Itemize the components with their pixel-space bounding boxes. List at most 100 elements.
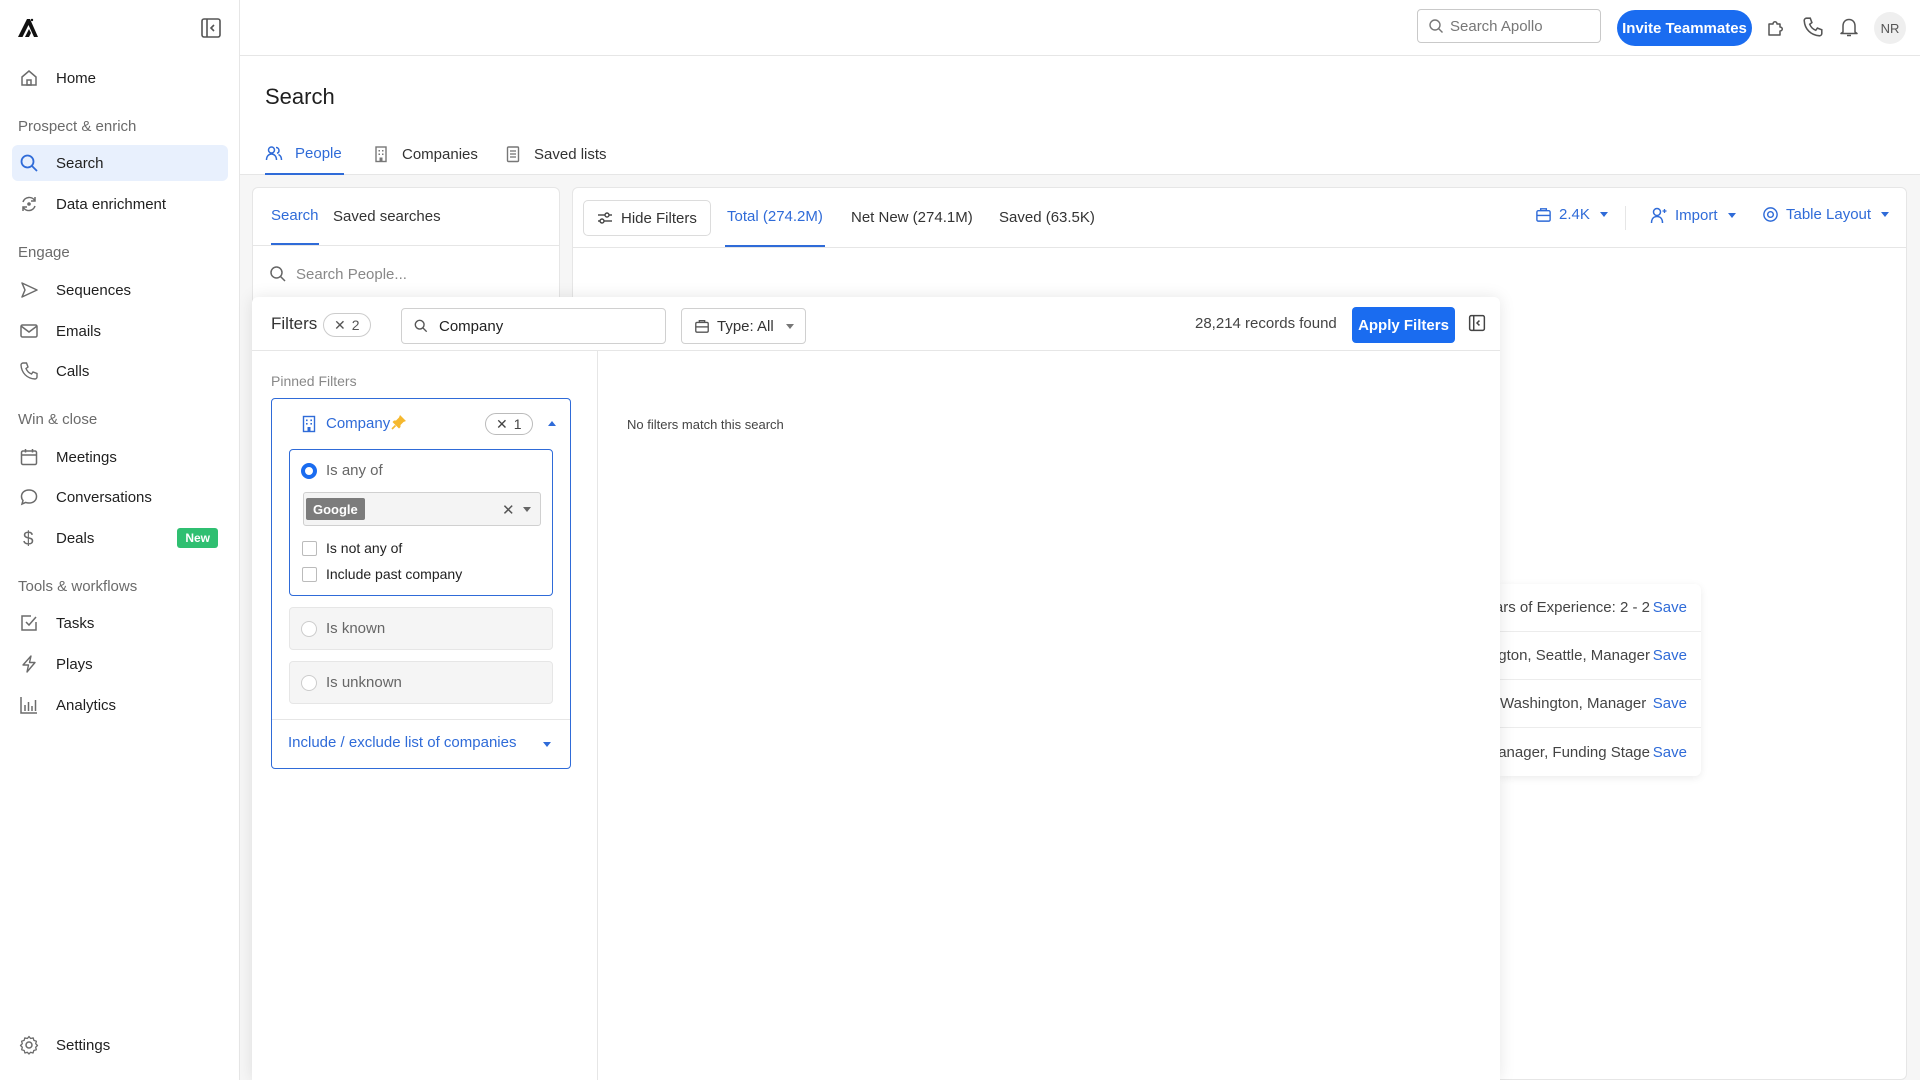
option-is-unknown[interactable]: Is unknown [289,661,553,704]
save-link[interactable]: Save [1653,695,1687,712]
saved-search-row[interactable]: Manager, Funding Stage: ... Save [1500,728,1701,776]
search-people-input[interactable]: Search People... [269,258,539,290]
pin-icon[interactable] [391,414,407,430]
checkbox-is-not-any-of[interactable] [302,541,317,556]
saved-search-row[interactable]: Years of Experience: 2 - 2 Save [1500,584,1701,632]
chevron-up-icon[interactable] [548,421,556,426]
type-select-label: Type: All [717,317,774,335]
saved-search-row[interactable]: Washington, Seattle, Manager... Save [1500,632,1701,680]
section-engage: Engage [18,244,70,261]
sidebar-item-home[interactable]: Home [12,60,228,96]
new-badge: New [177,528,218,548]
sidebar-item-meetings[interactable]: Meetings [12,439,228,475]
tab-people[interactable]: People [265,133,344,175]
import-label: Import [1675,206,1718,224]
saved-searches-list: Years of Experience: 2 - 2 Save Washingt… [1500,584,1701,776]
subtab-saved-searches[interactable]: Saved searches [333,188,441,245]
sidebar-item-calls[interactable]: Calls [12,353,228,389]
sidebar-item-label: Data enrichment [56,195,167,213]
calendar-icon [19,447,39,467]
divider [272,719,570,720]
credits-dropdown[interactable]: 2.4K [1535,206,1608,223]
hide-filters-label: Hide Filters [621,209,697,227]
sidebar-item-conversations[interactable]: Conversations [12,479,228,515]
tab-label: People [295,144,342,162]
search-icon [414,319,428,333]
company-clear-chip[interactable]: ✕ 1 [485,413,533,435]
tab-saved[interactable]: Saved (63.5K) [999,188,1095,247]
sidebar-item-label: Emails [56,322,102,340]
phone-icon[interactable] [1802,16,1826,40]
collapse-sidebar-icon[interactable] [200,17,222,39]
global-search-input[interactable]: Search Apollo [1417,9,1601,43]
hide-filters-button[interactable]: Hide Filters [583,200,711,236]
radio-is-any-of[interactable] [301,463,317,479]
sidebar-item-search[interactable]: Search [12,145,228,181]
sidebar-item-deals[interactable]: $ Deals New [12,520,228,556]
invite-teammates-button[interactable]: Invite Teammates [1617,10,1752,46]
bell-icon[interactable] [1838,16,1862,40]
top-bar: Search Apollo Invite Teammates NR [240,0,1920,56]
pinned-filters-label: Pinned Filters [271,373,357,389]
saved-search-row[interactable]: Washington, Manager Save [1500,680,1701,728]
radio-is-known[interactable] [301,621,317,637]
sidebar-item-label: Conversations [56,488,152,506]
tab-label: Saved lists [534,145,607,163]
save-link[interactable]: Save [1653,599,1687,616]
sidebar-item-emails[interactable]: Emails [12,313,228,349]
type-select[interactable]: Type: All [681,308,806,344]
apply-filters-button[interactable]: Apply Filters [1352,307,1455,343]
tab-saved-lists[interactable]: Saved lists [504,133,607,175]
save-link[interactable]: Save [1653,744,1687,761]
chevron-down-icon[interactable] [523,507,531,512]
sidebar-item-label: Plays [56,655,93,673]
sidebar-item-sequences[interactable]: Sequences [12,272,228,308]
radio-is-unknown[interactable] [301,675,317,691]
sidebar-item-data-enrichment[interactable]: Data enrichment [12,186,228,222]
sidebar-item-plays[interactable]: Plays [12,646,228,682]
checkbox-label: Is not any of [326,540,403,556]
tab-total[interactable]: Total (274.2M) [725,188,825,247]
user-avatar[interactable]: NR [1874,12,1906,44]
clear-selection-icon[interactable]: ✕ [502,501,515,519]
close-icon: ✕ [334,316,346,333]
page-header: Search People Companies Saved lists [240,56,1920,175]
selected-company-chip[interactable]: Google [306,498,365,520]
import-dropdown[interactable]: Import [1650,206,1736,224]
filters-title: Filters [271,314,318,333]
include-exclude-list-toggle[interactable]: Include / exclude list of companies [288,734,516,751]
mail-icon [19,321,39,341]
subtab-search[interactable]: Search [271,188,319,245]
company-select[interactable]: Google ✕ [303,492,541,526]
filter-search-input[interactable]: Company [401,308,666,344]
company-filter-header[interactable]: Company ✕ 1 [272,399,570,449]
saved-search-text: Washington, Seattle, Manager... [1500,647,1650,664]
chevron-down-icon[interactable] [543,742,551,747]
phone-icon [19,361,39,381]
collapse-panel-icon[interactable] [1468,314,1488,334]
sidebar-item-analytics[interactable]: Analytics [12,687,228,723]
eye-icon [1763,207,1778,222]
apollo-logo[interactable] [16,16,40,40]
checkbox-include-past[interactable] [302,567,317,582]
company-filter-card: Company ✕ 1 Is any of Google ✕ Is not any… [271,398,571,769]
credits-label: 2.4K [1559,206,1590,223]
tab-net-new[interactable]: Net New (274.1M) [851,188,973,247]
sidebar-item-tasks[interactable]: Tasks [12,605,228,641]
sidebar-item-label: Calls [56,362,90,380]
chevron-down-icon [1881,212,1890,217]
search-people-placeholder: Search People... [296,265,407,283]
save-link[interactable]: Save [1653,647,1687,664]
tab-companies[interactable]: Companies [372,133,478,175]
bar-chart-icon [19,695,39,715]
puzzle-icon[interactable] [1765,16,1789,40]
add-person-icon [1650,207,1667,224]
filters-header: Filters ✕ 2 Company Type: All 28,214 rec… [252,297,1500,351]
table-layout-dropdown[interactable]: Table Layout [1762,206,1890,223]
sidebar-item-settings[interactable]: Settings [12,1027,228,1063]
tab-label: Companies [402,145,478,163]
refresh-icon [19,194,39,214]
option-is-known[interactable]: Is known [289,607,553,650]
clear-filters-chip[interactable]: ✕ 2 [323,313,371,337]
sidebar-item-label: Home [56,69,97,87]
